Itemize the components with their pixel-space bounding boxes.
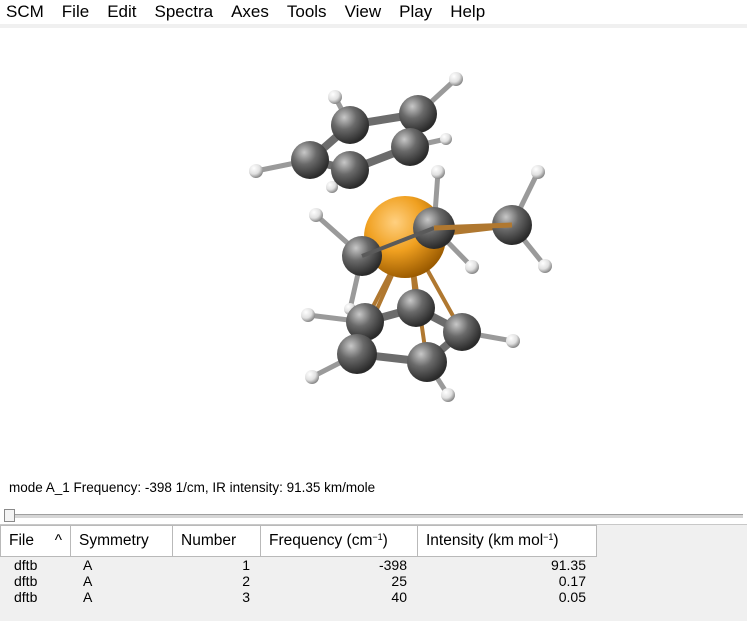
sort-ascending-icon: ^ [54,532,62,549]
cell-number: 1 [242,557,250,573]
column-header-number[interactable]: Number [173,525,261,557]
menu-edit[interactable]: Edit [99,0,146,26]
cell-file: dftb [14,557,38,573]
menu-play[interactable]: Play [391,0,442,26]
cell-intensity: 0.05 [558,589,586,605]
molecule-viewport[interactable] [0,32,747,472]
menu-tools[interactable]: Tools [279,0,337,26]
table-row[interactable]: dftb A 2 25 0.17 [0,573,747,589]
cell-symmetry: A [83,589,93,605]
cell-file: dftb [14,589,38,605]
frequency-unit-exponent: −1 [372,532,383,542]
cell-symmetry: A [83,557,93,573]
slider-thumb[interactable] [4,509,15,522]
column-header-file[interactable]: File ^ [0,525,71,557]
cell-intensity: 91.35 [550,557,586,573]
column-header-frequency-label: Frequency (cm [269,532,373,549]
molecule-3d-view[interactable] [0,32,747,472]
cell-frequency: -398 [378,557,407,573]
mode-slider[interactable] [0,506,747,524]
column-header-file-label: File [9,532,34,549]
column-header-frequency[interactable]: Frequency (cm −1) [261,525,418,557]
cell-file: dftb [14,573,38,589]
cell-number: 2 [242,573,250,589]
menu-spectra[interactable]: Spectra [146,0,223,26]
menu-axes[interactable]: Axes [223,0,279,26]
cell-frequency: 25 [391,573,407,589]
column-header-intensity-label: Intensity (km mol [426,532,544,549]
cell-intensity: 0.17 [558,573,586,589]
menu-help[interactable]: Help [442,0,495,26]
intensity-unit-close: ) [553,532,559,549]
cell-number: 3 [242,589,250,605]
table-header: File ^ Symmetry Number Frequency (cm −1) … [0,525,747,557]
menu-view[interactable]: View [337,0,392,26]
menu-scm[interactable]: SCM [0,0,54,26]
status-text: mode A_1 Frequency: -398 1/cm, IR intens… [9,480,376,495]
column-header-symmetry[interactable]: Symmetry [71,525,173,557]
column-header-intensity[interactable]: Intensity (km mol −1) [418,525,597,557]
cell-frequency: 40 [391,589,407,605]
table-row[interactable]: dftb A 1 -398 91.35 [0,557,747,573]
menu-file[interactable]: File [54,0,99,26]
slider-track[interactable] [4,514,743,518]
frequency-unit-close: ) [382,532,388,549]
cell-symmetry: A [83,573,93,589]
frequency-table: File ^ Symmetry Number Frequency (cm −1) … [0,524,747,621]
menu-bar: SCM File Edit Spectra Axes Tools View Pl… [0,0,747,28]
atoms-group [249,72,552,402]
table-row[interactable]: dftb A 3 40 0.05 [0,589,747,605]
intensity-unit-exponent: −1 [543,532,554,542]
